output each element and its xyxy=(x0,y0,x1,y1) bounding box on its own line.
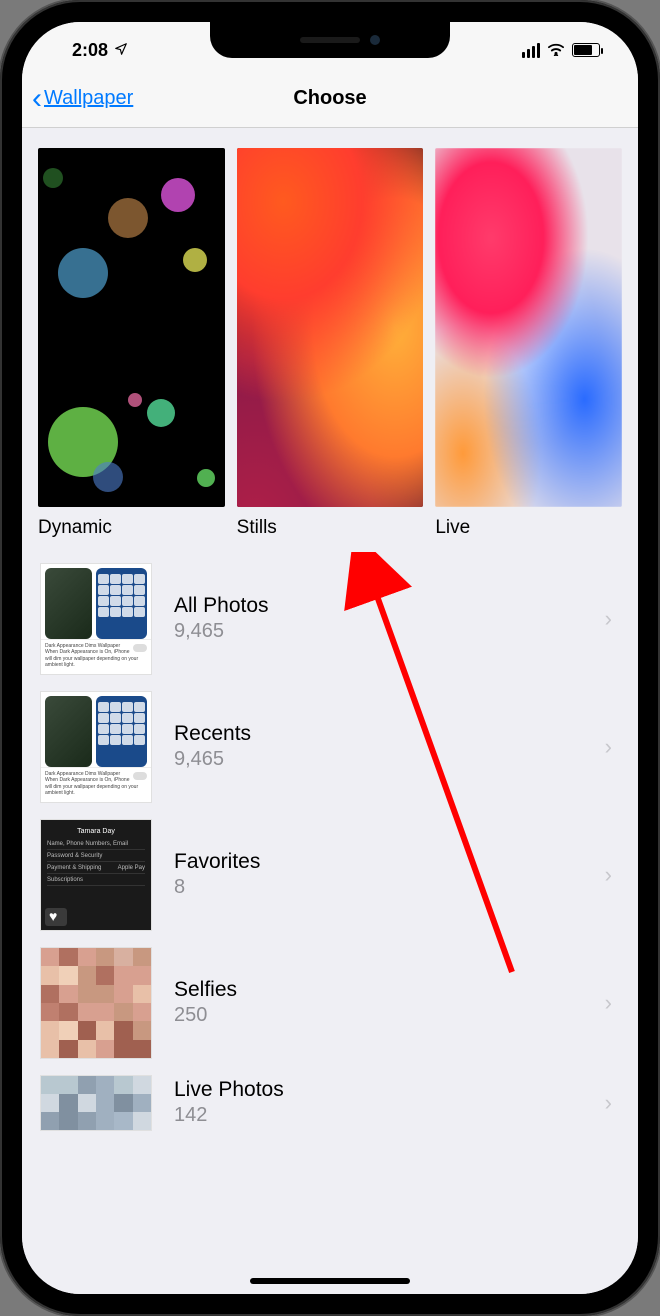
location-icon xyxy=(114,40,128,61)
wifi-icon xyxy=(546,40,566,61)
back-button[interactable]: ‹ Wallpaper xyxy=(32,84,133,114)
device-frame: 2:08 ‹ Wallpaper xyxy=(0,0,660,1316)
category-label: Live xyxy=(435,517,622,539)
notch xyxy=(210,22,450,58)
dynamic-thumb xyxy=(38,148,225,507)
album-row-live-photos[interactable]: Live Photos 142 › xyxy=(22,1067,638,1171)
album-count: 8 xyxy=(174,876,583,899)
screen: 2:08 ‹ Wallpaper xyxy=(22,22,638,1294)
album-name: Selfies xyxy=(174,978,583,1002)
album-count: 250 xyxy=(174,1004,583,1027)
category-label: Dynamic xyxy=(38,517,225,539)
album-row-favorites[interactable]: Tamara Day Name, Phone Numbers, Email Pa… xyxy=(22,811,638,939)
album-name: Favorites xyxy=(174,850,583,874)
back-label: Wallpaper xyxy=(44,87,133,110)
album-row-all-photos[interactable]: Dark Appearance Dims WallpaperWhen Dark … xyxy=(22,555,638,683)
battery-icon xyxy=(572,43,600,57)
album-list: Dark Appearance Dims WallpaperWhen Dark … xyxy=(22,547,638,1179)
wallpaper-category-dynamic[interactable]: Dynamic xyxy=(38,148,225,539)
album-thumb xyxy=(40,947,152,1059)
chevron-right-icon: › xyxy=(605,734,612,760)
page-title: Choose xyxy=(293,87,366,110)
chevron-right-icon: › xyxy=(605,606,612,632)
album-row-recents[interactable]: Dark Appearance Dims WallpaperWhen Dark … xyxy=(22,683,638,811)
album-name: Recents xyxy=(174,722,583,746)
album-name: All Photos xyxy=(174,594,583,618)
heart-icon: ♥ xyxy=(49,908,57,924)
album-name: Live Photos xyxy=(174,1078,583,1102)
chevron-right-icon: › xyxy=(605,862,612,888)
live-thumb xyxy=(435,148,622,507)
chevron-left-icon: ‹ xyxy=(32,84,42,114)
wallpaper-categories: Dynamic Stills Live xyxy=(22,128,638,547)
cellular-icon xyxy=(522,43,540,58)
status-time: 2:08 xyxy=(72,40,108,61)
album-thumb: Dark Appearance Dims WallpaperWhen Dark … xyxy=(40,563,152,675)
home-indicator[interactable] xyxy=(250,1278,410,1284)
category-label: Stills xyxy=(237,517,424,539)
album-count: 9,465 xyxy=(174,620,583,643)
nav-bar: ‹ Wallpaper Choose xyxy=(22,70,638,128)
chevron-right-icon: › xyxy=(605,990,612,1016)
album-count: 142 xyxy=(174,1104,583,1127)
album-count: 9,465 xyxy=(174,748,583,771)
stills-thumb xyxy=(237,148,424,507)
album-row-selfies[interactable]: Selfies 250 › xyxy=(22,939,638,1067)
album-thumb xyxy=(40,1075,152,1131)
album-thumb: Dark Appearance Dims WallpaperWhen Dark … xyxy=(40,691,152,803)
wallpaper-category-stills[interactable]: Stills xyxy=(237,148,424,539)
chevron-right-icon: › xyxy=(605,1090,612,1116)
album-thumb: Tamara Day Name, Phone Numbers, Email Pa… xyxy=(40,819,152,931)
wallpaper-category-live[interactable]: Live xyxy=(435,148,622,539)
content[interactable]: Dynamic Stills Live xyxy=(22,128,638,1294)
